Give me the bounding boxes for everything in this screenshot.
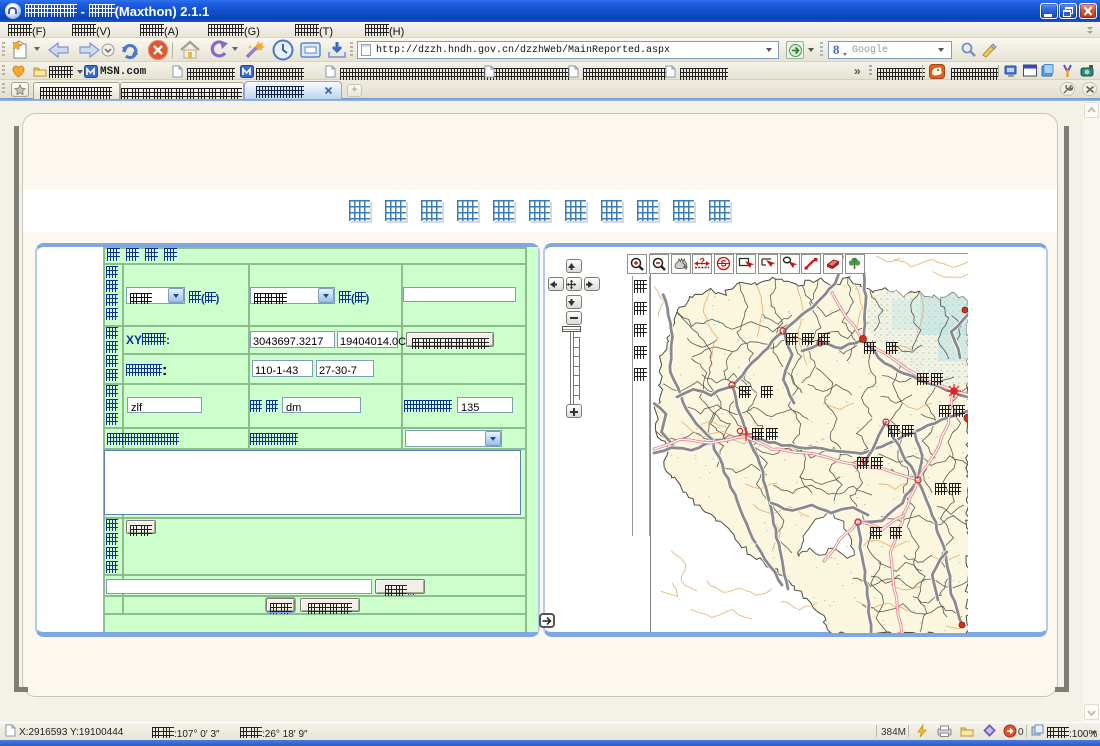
svg-text:?: ? bbox=[699, 257, 705, 267]
svg-text:S: S bbox=[721, 258, 727, 268]
